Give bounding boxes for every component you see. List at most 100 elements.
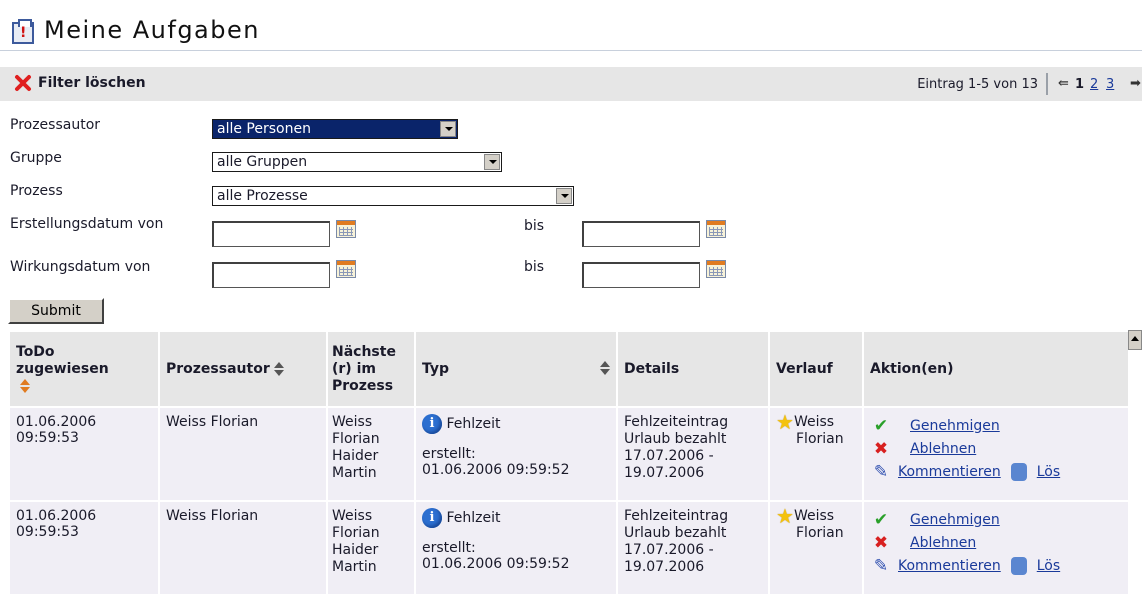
approve-link[interactable]: Genehmigen xyxy=(910,512,1000,528)
todo-cell: 01.06.2006 09:59:53 xyxy=(10,502,158,594)
next-line: Martin xyxy=(332,465,377,481)
arrow-left-icon[interactable]: ⇚ xyxy=(1058,76,1069,91)
col-header-details: Details xyxy=(618,332,768,406)
erstellungsdatum-to-label: bis xyxy=(524,218,545,234)
comment-link[interactable]: Kommentieren xyxy=(898,464,1001,480)
checkmark-icon[interactable]: ✔ xyxy=(870,416,892,436)
details-line: Urlaub bezahlt xyxy=(624,431,727,447)
autor-cell: Weiss Florian xyxy=(160,408,326,500)
x-icon[interactable]: ✖ xyxy=(870,439,892,459)
sort-icon[interactable] xyxy=(20,379,30,393)
prozess-value: alle Prozesse xyxy=(217,188,308,204)
page-link-3[interactable]: 3 xyxy=(1106,77,1114,92)
sort-icon[interactable] xyxy=(273,362,284,376)
details-header-label: Details xyxy=(624,361,680,377)
approve-link[interactable]: Genehmigen xyxy=(910,418,1000,434)
details-line: 19.07.2006 xyxy=(624,465,705,481)
aktion-header-label: Aktion(en) xyxy=(870,361,954,377)
typ-cell: i Fehlzeit erstellt: 01.06.2006 09:59:52 xyxy=(416,408,616,500)
prozessautor-select[interactable]: alle Personen xyxy=(212,119,458,139)
entry-count: Eintrag 1-5 von 13 xyxy=(917,77,1038,92)
details-line: 17.07.2006 - xyxy=(624,542,714,558)
typ-value: Fehlzeit xyxy=(446,510,501,526)
todo-date: 01.06.2006 xyxy=(16,414,97,430)
details-line: Urlaub bezahlt xyxy=(624,525,727,541)
chevron-down-icon[interactable] xyxy=(556,188,572,204)
col-header-autor[interactable]: Prozessautor xyxy=(160,332,326,406)
next-line: Florian xyxy=(332,431,380,447)
title-divider xyxy=(0,50,1142,51)
paperclip-icon[interactable]: ✎ xyxy=(870,556,892,576)
col-header-verlauf: Verlauf xyxy=(770,332,862,406)
calendar-icon[interactable] xyxy=(706,220,726,238)
filter-clear-button[interactable]: Filter löschen xyxy=(38,75,146,91)
chevron-down-icon[interactable] xyxy=(440,121,456,137)
chevron-down-icon[interactable] xyxy=(484,154,500,170)
page-title: Meine Aufgaben xyxy=(44,16,260,44)
star-icon[interactable]: ★ xyxy=(776,410,794,434)
prozess-select[interactable]: alle Prozesse xyxy=(212,186,574,206)
delete-link[interactable]: Lös xyxy=(1037,464,1060,480)
x-icon[interactable]: ✖ xyxy=(870,533,892,553)
erstellungsdatum-label: Erstellungsdatum von xyxy=(10,216,164,232)
gruppe-label: Gruppe xyxy=(10,150,62,166)
wirkungsdatum-to-input[interactable] xyxy=(582,262,700,288)
x-icon[interactable] xyxy=(14,74,32,92)
typ-header-label: Typ xyxy=(422,361,450,377)
scrollbar-up-arrow[interactable] xyxy=(1128,330,1142,350)
calendar-icon[interactable] xyxy=(336,220,356,238)
erstellungsdatum-to-input[interactable] xyxy=(582,221,700,247)
toolbar: Filter löschen Eintrag 1-5 von 13 ⇚ 1 2 … xyxy=(0,67,1142,101)
verlauf-cell: ★Weiss Florian xyxy=(770,502,862,594)
calendar-icon[interactable] xyxy=(336,260,356,278)
created-value: 01.06.2006 09:59:52 xyxy=(422,556,570,572)
page-link-2[interactable]: 2 xyxy=(1090,77,1098,92)
paperclip-icon[interactable]: ✎ xyxy=(870,462,892,482)
calendar-icon[interactable] xyxy=(706,260,726,278)
col-header-typ[interactable]: Typ xyxy=(416,332,616,406)
next-line: Haider xyxy=(332,448,379,464)
title-bar: ! Meine Aufgaben xyxy=(0,0,1142,52)
next-line: Weiss xyxy=(332,414,373,430)
table-row: 01.06.2006 09:59:53 Weiss Florian Weiss Fl… xyxy=(10,408,1128,500)
task-icon: ! xyxy=(12,19,34,44)
arrow-right-icon[interactable]: ➡ xyxy=(1130,76,1141,91)
autor-cell: Weiss Florian xyxy=(160,502,326,594)
sort-icon[interactable] xyxy=(600,361,610,375)
submit-button[interactable]: Submit xyxy=(8,298,104,324)
info-icon[interactable]: i xyxy=(422,414,442,434)
next-line: Florian xyxy=(332,525,380,541)
todo-time: 09:59:53 xyxy=(16,524,79,540)
reject-link[interactable]: Ablehnen xyxy=(910,535,976,551)
next-cell: Weiss Florian Haider Martin xyxy=(328,408,414,500)
created-value: 01.06.2006 09:59:52 xyxy=(422,462,570,478)
task-table: ToDo zugewiesen Prozessautor Nächste (r)… xyxy=(8,330,1130,596)
details-line: 19.07.2006 xyxy=(624,559,705,575)
col-header-todo[interactable]: ToDo zugewiesen xyxy=(10,332,158,406)
star-icon[interactable]: ★ xyxy=(776,504,794,528)
todo-time: 09:59:53 xyxy=(16,430,79,446)
info-icon[interactable]: i xyxy=(422,508,442,528)
comment-link[interactable]: Kommentieren xyxy=(898,558,1001,574)
verlauf-line: Weiss xyxy=(793,414,835,430)
pagination-divider xyxy=(1046,73,1048,95)
col-header-aktion: Aktion(en) xyxy=(864,332,1128,406)
verlauf-line: Weiss xyxy=(793,508,835,524)
database-icon[interactable] xyxy=(1010,556,1027,575)
table-row: 01.06.2006 09:59:53 Weiss Florian Weiss Fl… xyxy=(10,502,1128,594)
gruppe-select[interactable]: alle Gruppen xyxy=(212,152,502,172)
todo-cell: 01.06.2006 09:59:53 xyxy=(10,408,158,500)
wirkungsdatum-from-input[interactable] xyxy=(212,262,330,288)
gruppe-value: alle Gruppen xyxy=(217,154,308,170)
wirkungsdatum-label: Wirkungsdatum von xyxy=(10,259,151,275)
delete-link[interactable]: Lös xyxy=(1037,558,1060,574)
page-current: 1 xyxy=(1075,77,1085,92)
details-line: 17.07.2006 - xyxy=(624,448,714,464)
details-line: Fehlzeiteintrag xyxy=(624,508,729,524)
reject-link[interactable]: Ablehnen xyxy=(910,441,976,457)
erstellungsdatum-from-input[interactable] xyxy=(212,221,330,247)
next-line: Weiss xyxy=(332,508,373,524)
database-icon[interactable] xyxy=(1010,462,1027,481)
typ-value: Fehlzeit xyxy=(446,416,501,432)
checkmark-icon[interactable]: ✔ xyxy=(870,510,892,530)
